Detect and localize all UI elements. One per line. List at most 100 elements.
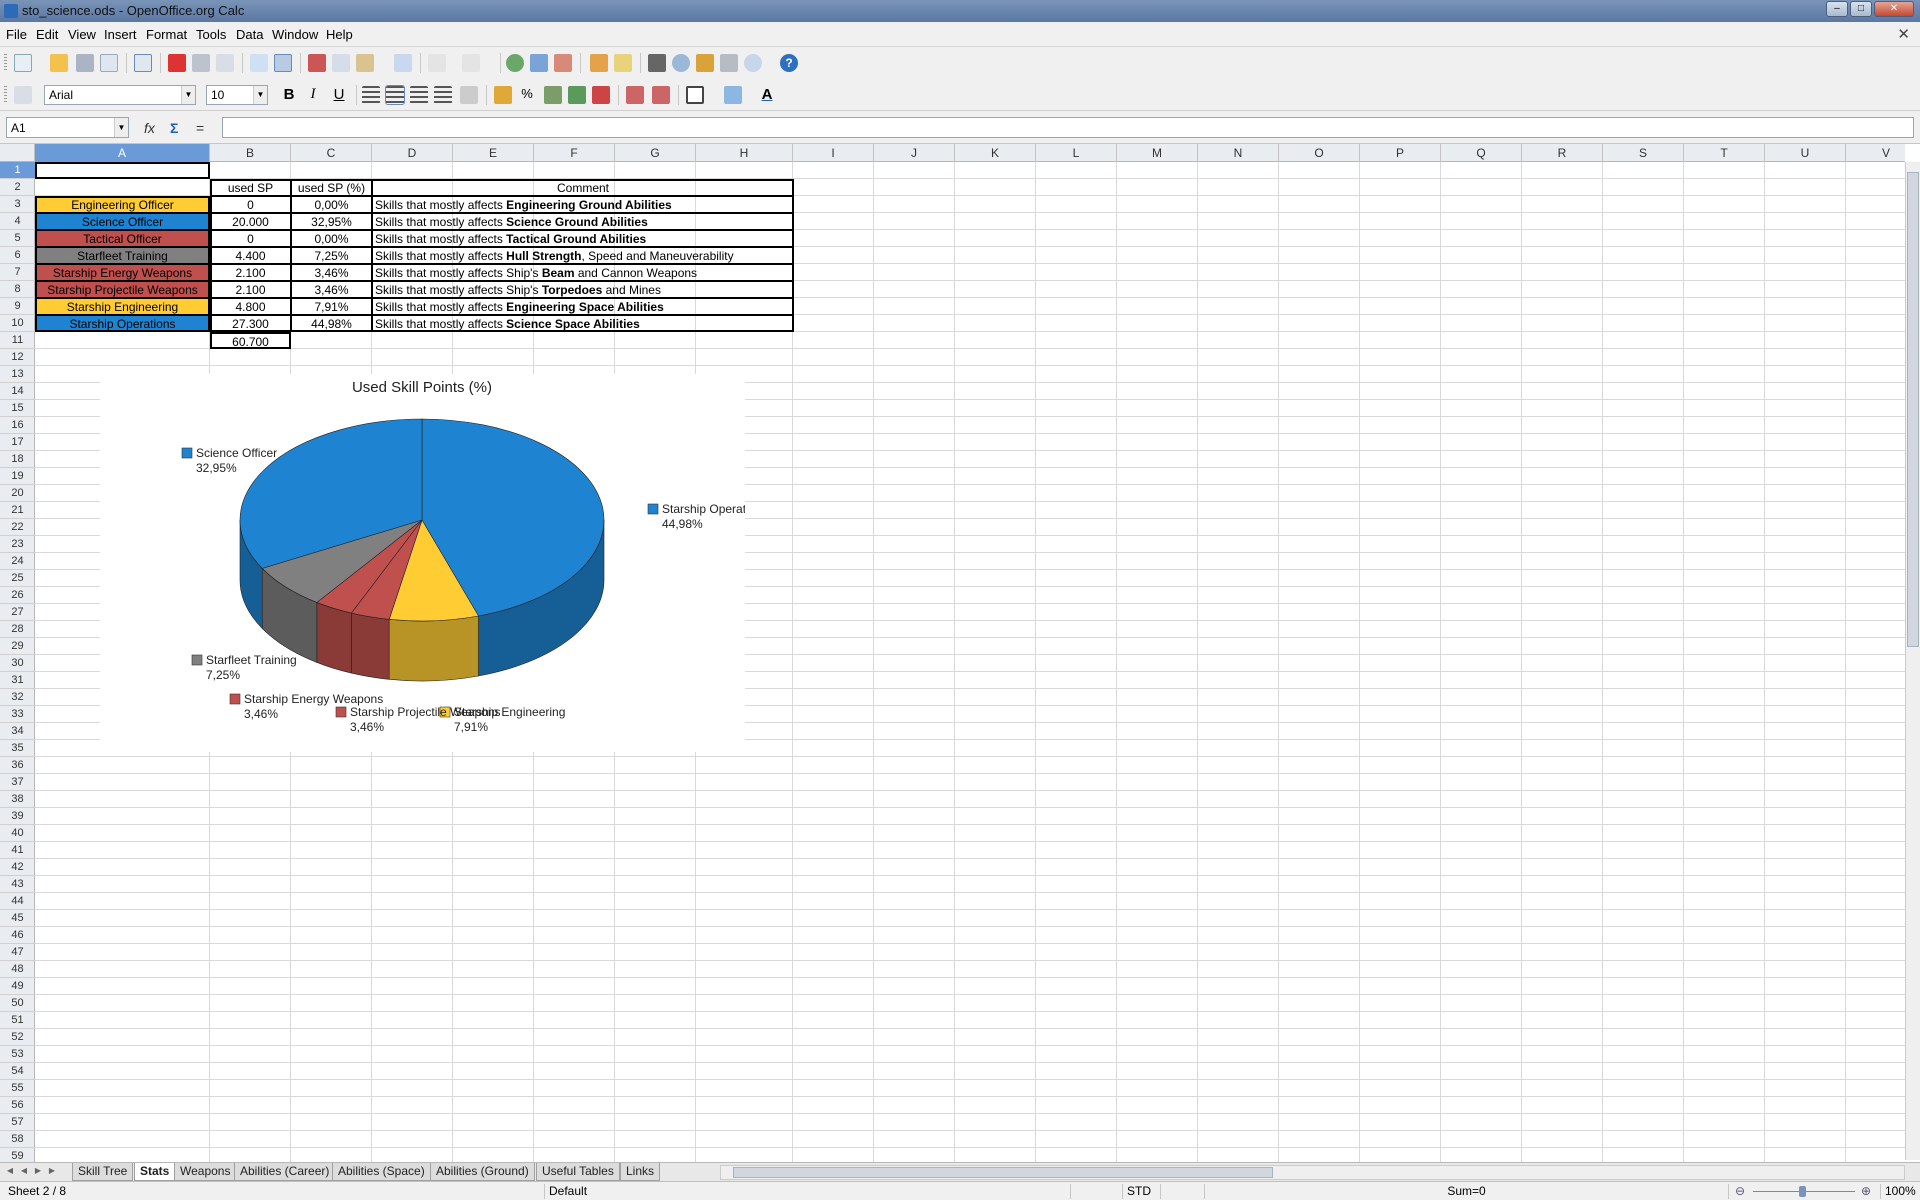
background-color-icon[interactable]: [724, 86, 742, 104]
tab-stats[interactable]: Stats: [134, 1163, 176, 1181]
help-icon[interactable]: ?: [780, 54, 798, 72]
active-cell-a1[interactable]: [35, 162, 210, 179]
row-header-28[interactable]: 28: [0, 621, 35, 638]
row-header-20[interactable]: 20: [0, 485, 35, 502]
menu-data[interactable]: Data: [236, 27, 263, 42]
row-header-45[interactable]: 45: [0, 910, 35, 927]
menu-tools[interactable]: Tools: [196, 27, 226, 42]
comment-cell[interactable]: Skills that mostly affects Science Space…: [372, 315, 794, 332]
cut-icon[interactable]: [308, 54, 326, 72]
column-header-q[interactable]: Q: [1441, 144, 1522, 162]
tab-weapons[interactable]: Weapons: [174, 1163, 237, 1181]
row-header-35[interactable]: 35: [0, 740, 35, 757]
bold-button[interactable]: B: [280, 86, 298, 103]
borders-icon[interactable]: [686, 86, 704, 104]
column-header-o[interactable]: O: [1279, 144, 1360, 162]
column-header-a[interactable]: A: [35, 144, 210, 162]
pie-slice-side-starship-energy-weapons[interactable]: [316, 601, 352, 674]
skill-name-cell[interactable]: Science Officer: [35, 213, 210, 230]
next-sheet-icon[interactable]: ▶: [32, 1166, 44, 1178]
used-sp-pct-cell[interactable]: 3,46%: [291, 281, 372, 298]
zoom-in-icon[interactable]: ⊕: [1861, 1184, 1871, 1199]
redo-icon[interactable]: [462, 54, 480, 72]
row-header-2[interactable]: 2: [0, 179, 35, 196]
zoom-thumb[interactable]: [1799, 1186, 1806, 1197]
row-header-53[interactable]: 53: [0, 1046, 35, 1063]
column-header-j[interactable]: J: [874, 144, 955, 162]
row-header-39[interactable]: 39: [0, 808, 35, 825]
row-header-50[interactable]: 50: [0, 995, 35, 1012]
select-all-corner[interactable]: [0, 144, 35, 162]
close-window-button[interactable]: ✕: [1874, 1, 1914, 17]
row-header-48[interactable]: 48: [0, 961, 35, 978]
add-decimal-icon[interactable]: [568, 86, 586, 104]
row-header-49[interactable]: 49: [0, 978, 35, 995]
row-header-10[interactable]: 10: [0, 315, 35, 332]
sort-descending-icon[interactable]: [554, 54, 572, 72]
standard-format-icon[interactable]: [544, 86, 562, 104]
sum-icon[interactable]: Σ: [170, 120, 178, 136]
tab-abilities-space[interactable]: Abilities (Space): [332, 1163, 431, 1181]
vertical-scrollbar[interactable]: [1905, 162, 1920, 1160]
pie-slice-side-starship-engineering[interactable]: [388, 615, 479, 682]
row-header-44[interactable]: 44: [0, 893, 35, 910]
row-header-37[interactable]: 37: [0, 774, 35, 791]
new-document-icon[interactable]: [14, 54, 32, 72]
column-header-k[interactable]: K: [955, 144, 1036, 162]
vertical-scroll-thumb[interactable]: [1907, 172, 1919, 647]
row-header-52[interactable]: 52: [0, 1029, 35, 1046]
row-header-36[interactable]: 36: [0, 757, 35, 774]
row-header-18[interactable]: 18: [0, 451, 35, 468]
header-used-sp-pct[interactable]: used SP (%): [291, 179, 372, 196]
merge-cells-icon[interactable]: [460, 86, 478, 104]
paste-icon[interactable]: [356, 54, 374, 72]
row-header-31[interactable]: 31: [0, 672, 35, 689]
align-right-icon[interactable]: [410, 86, 428, 104]
row-header-25[interactable]: 25: [0, 570, 35, 587]
column-header-s[interactable]: S: [1603, 144, 1684, 162]
row-header-57[interactable]: 57: [0, 1114, 35, 1131]
export-pdf-icon[interactable]: [168, 54, 186, 72]
comment-cell[interactable]: Skills that mostly affects Tactical Grou…: [372, 230, 794, 247]
used-sp-pct-cell[interactable]: 7,25%: [291, 247, 372, 264]
row-header-23[interactable]: 23: [0, 536, 35, 553]
column-header-p[interactable]: P: [1360, 144, 1441, 162]
row-header-51[interactable]: 51: [0, 1012, 35, 1029]
function-wizard-icon[interactable]: fx: [144, 120, 155, 136]
row-header-58[interactable]: 58: [0, 1131, 35, 1148]
row-header-54[interactable]: 54: [0, 1063, 35, 1080]
maximize-button[interactable]: □: [1850, 1, 1872, 17]
page-preview-icon[interactable]: [216, 54, 234, 72]
skill-name-cell[interactable]: Starship Projectile Weapons: [35, 281, 210, 298]
row-header-43[interactable]: 43: [0, 876, 35, 893]
formula-input[interactable]: [222, 117, 1914, 138]
column-header-f[interactable]: F: [534, 144, 615, 162]
sort-ascending-icon[interactable]: [530, 54, 548, 72]
increase-indent-icon[interactable]: [652, 86, 670, 104]
row-header-42[interactable]: 42: [0, 859, 35, 876]
row-header-46[interactable]: 46: [0, 927, 35, 944]
row-header-1[interactable]: 1: [0, 162, 35, 179]
data-sources-icon[interactable]: [720, 54, 738, 72]
row-header-19[interactable]: 19: [0, 468, 35, 485]
comment-cell[interactable]: Skills that mostly affects Hull Strength…: [372, 247, 794, 264]
used-sp-pct-cell[interactable]: 0,00%: [291, 230, 372, 247]
skill-name-cell[interactable]: Starship Engineering: [35, 298, 210, 315]
tab-abilities-ground[interactable]: Abilities (Ground): [430, 1163, 535, 1181]
column-header-d[interactable]: D: [372, 144, 453, 162]
row-header-32[interactable]: 32: [0, 689, 35, 706]
menu-edit[interactable]: Edit: [36, 27, 58, 42]
skill-name-cell[interactable]: Tactical Officer: [35, 230, 210, 247]
tab-abilities-career[interactable]: Abilities (Career): [234, 1163, 336, 1181]
first-sheet-icon[interactable]: ◀: [4, 1166, 16, 1178]
used-sp-cell[interactable]: 27.300: [210, 315, 291, 332]
row-header-24[interactable]: 24: [0, 553, 35, 570]
previous-sheet-icon[interactable]: ◀: [18, 1166, 30, 1178]
row-header-15[interactable]: 15: [0, 400, 35, 417]
comment-cell[interactable]: Skills that mostly affects Engineering G…: [372, 196, 794, 213]
justify-icon[interactable]: [434, 86, 452, 104]
tab-links[interactable]: Links: [620, 1163, 661, 1181]
currency-format-icon[interactable]: [494, 86, 512, 104]
find-replace-icon[interactable]: [648, 54, 666, 72]
clone-formatting-icon[interactable]: [394, 54, 412, 72]
